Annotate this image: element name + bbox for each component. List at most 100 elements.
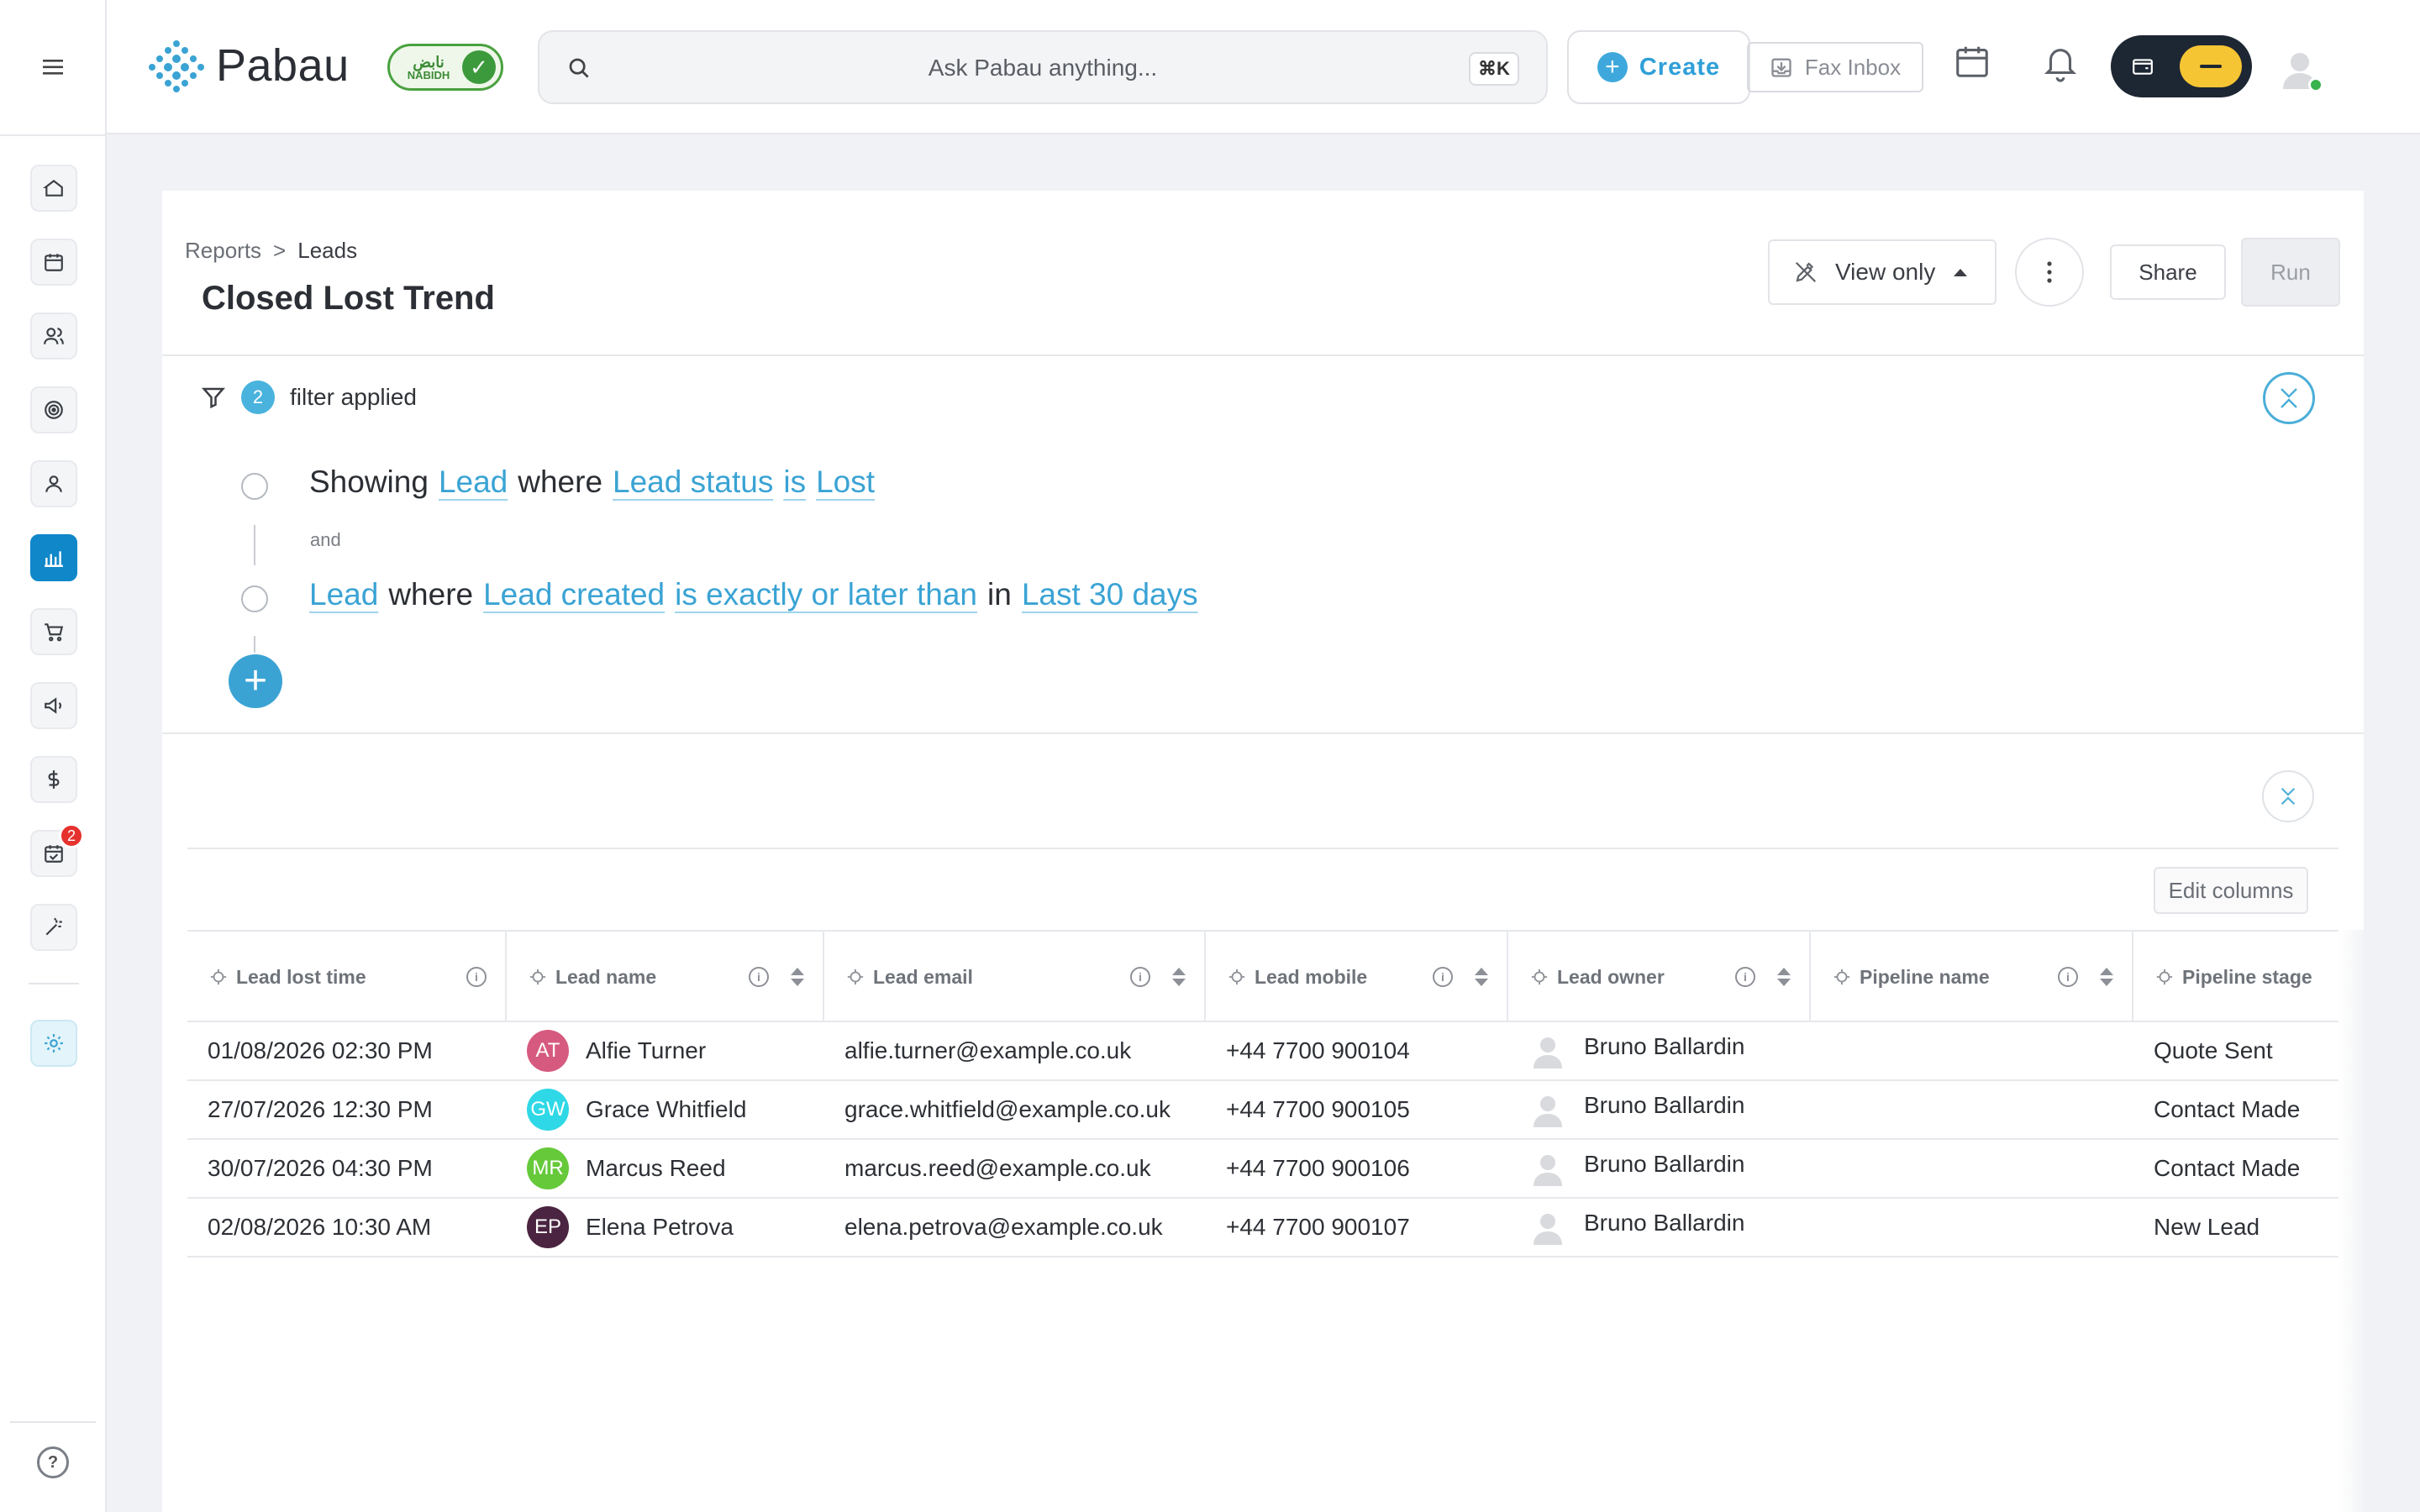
search-bar[interactable]: Ask Pabau anything... ⌘K (538, 30, 1548, 104)
table-row[interactable]: 01/08/2026 02:30 PM AT Alfie Turner alfi… (187, 1022, 2338, 1081)
create-button[interactable]: + Create (1567, 30, 1750, 104)
column-lead-email[interactable]: Lead email i (824, 932, 1206, 1022)
cell-pipeline-stage: Contact Made (2154, 1096, 2301, 1122)
help-icon[interactable]: ? (37, 1446, 69, 1478)
sidebar-item-reports[interactable] (30, 534, 77, 581)
sort-icon[interactable] (1172, 968, 1186, 986)
sidebar-item-calendar[interactable] (30, 239, 77, 286)
share-button[interactable]: Share (2110, 244, 2226, 300)
collapse-chart-button[interactable] (2262, 770, 2314, 822)
collapse-icon (2281, 788, 2296, 805)
condition-2-value[interactable]: Last 30 days (1022, 577, 1198, 612)
condition-1-radio[interactable] (241, 473, 268, 500)
sidebar-item-goals[interactable] (30, 386, 77, 433)
wallet-toggle[interactable] (2111, 35, 2252, 97)
cell-lead-owner: Bruno Ballardin (1528, 1081, 1744, 1138)
breadcrumb-reports[interactable]: Reports (185, 238, 261, 263)
settings-icon (45, 1034, 63, 1053)
chart-divider (187, 848, 2338, 849)
column-lead-owner[interactable]: Lead owner i (1508, 932, 1811, 1022)
menu-toggle[interactable] (0, 0, 107, 136)
sidebar-item-shop[interactable] (30, 608, 77, 655)
nabidh-badge[interactable]: نابض NABIDH ✓ (387, 44, 503, 91)
condition-2-operator[interactable]: is exactly or later than (675, 577, 977, 612)
cell-lead-email: grace.whitfield@example.co.uk (844, 1096, 1171, 1122)
condition-1-operator[interactable]: is (783, 465, 806, 500)
info-icon[interactable]: i (466, 967, 487, 987)
hamburger-icon[interactable] (42, 58, 65, 76)
edit-columns-button[interactable]: Edit columns (2154, 867, 2308, 914)
sidebar-divider (29, 983, 79, 984)
create-label: Create (1639, 53, 1721, 81)
wallet-icon (2126, 50, 2160, 82)
view-mode-dropdown[interactable]: View only (1768, 239, 1996, 305)
sidebar-item-settings[interactable] (30, 1020, 77, 1067)
info-icon[interactable]: i (1130, 967, 1150, 987)
column-label: Lead owner (1557, 965, 1665, 988)
sidebar: 2 ? (0, 0, 107, 1512)
condition-1: Showing Lead where Lead status is Lost (309, 465, 875, 500)
run-button[interactable]: Run (2241, 238, 2340, 307)
table-row[interactable]: 27/07/2026 12:30 PM GW Grace Whitfield g… (187, 1081, 2338, 1140)
column-pipeline-stage[interactable]: Pipeline stage (2133, 932, 2338, 1022)
sidebar-item-marketing[interactable] (30, 682, 77, 729)
info-icon[interactable]: i (1433, 967, 1453, 987)
cell-lead-name[interactable]: AT Alfie Turner (527, 1022, 706, 1079)
leads-table: Lead lost time i Lead name i Lead email … (187, 930, 2338, 1257)
info-icon[interactable]: i (749, 967, 769, 987)
condition-2-radio[interactable] (241, 585, 268, 612)
calendar-icon (45, 254, 63, 271)
bell-icon[interactable] (2041, 42, 2080, 84)
sort-icon[interactable] (1777, 968, 1791, 986)
search-input[interactable]: Ask Pabau anything... (539, 55, 1546, 81)
sort-icon[interactable] (2100, 968, 2113, 986)
column-lead-lost-time[interactable]: Lead lost time i (187, 932, 507, 1022)
condition-1-field[interactable]: Lead status (613, 465, 773, 500)
collapse-filters-button[interactable] (2263, 372, 2315, 424)
sort-icon[interactable] (791, 968, 804, 986)
app-logo[interactable]: Pabau (147, 39, 350, 92)
cell-pipeline-stage: Quote Sent (2154, 1037, 2273, 1063)
sidebar-item-tools[interactable] (30, 904, 77, 951)
breadcrumb-leads[interactable]: Leads (297, 238, 357, 263)
sort-icon[interactable] (1475, 968, 1488, 986)
breadcrumb: Reports > Leads (185, 238, 357, 264)
filter-summary[interactable]: 2 filter applied (201, 381, 417, 414)
caret-up-icon (1954, 269, 1968, 276)
reports-icon (45, 551, 63, 567)
sidebar-item-staff[interactable] (30, 460, 77, 507)
cell-lead-email: alfie.turner@example.co.uk (844, 1037, 1132, 1063)
sidebar-item-finance[interactable] (30, 756, 77, 803)
condition-1-value[interactable]: Lost (816, 465, 875, 500)
condition-2-field[interactable]: Lead created (483, 577, 665, 612)
sidebar-item-contacts[interactable] (30, 312, 77, 360)
tasks-badge: 2 (59, 823, 84, 848)
cell-lead-name[interactable]: GW Grace Whitfield (527, 1081, 746, 1138)
search-shortcut: ⌘K (1469, 52, 1519, 86)
column-label: Lead email (873, 965, 973, 988)
check-icon: ✓ (462, 50, 496, 84)
info-icon[interactable]: i (2058, 967, 2078, 987)
cell-lead-name[interactable]: MR Marcus Reed (527, 1140, 726, 1197)
filter-label: filter applied (290, 384, 417, 410)
add-condition-button[interactable]: + (229, 654, 282, 708)
sidebar-item-tasks[interactable]: 2 (30, 823, 84, 877)
table-row[interactable]: 02/08/2026 10:30 AM EP Elena Petrova ele… (187, 1199, 2338, 1257)
cell-lead-mobile: +44 7700 900105 (1226, 1096, 1410, 1122)
column-label: Lead lost time (236, 965, 366, 988)
column-pipeline-name[interactable]: Pipeline name i (1811, 932, 2133, 1022)
calendar-top-icon[interactable] (1953, 42, 1991, 81)
more-options-button[interactable] (2015, 238, 2084, 307)
table-header: Lead lost time i Lead name i Lead email … (187, 930, 2338, 1022)
filter-icon (201, 387, 226, 409)
table-row[interactable]: 30/07/2026 04:30 PM MR Marcus Reed marcu… (187, 1140, 2338, 1199)
condition-1-entity[interactable]: Lead (439, 465, 508, 500)
condition-2-entity[interactable]: Lead (309, 577, 378, 612)
megaphone-icon (45, 697, 61, 714)
cell-lead-name[interactable]: EP Elena Petrova (527, 1199, 734, 1256)
info-icon[interactable]: i (1735, 967, 1755, 987)
fax-inbox-button[interactable]: Fax Inbox (1747, 42, 1923, 92)
column-lead-name[interactable]: Lead name i (507, 932, 824, 1022)
column-lead-mobile[interactable]: Lead mobile i (1206, 932, 1508, 1022)
sidebar-item-home[interactable] (30, 165, 77, 212)
